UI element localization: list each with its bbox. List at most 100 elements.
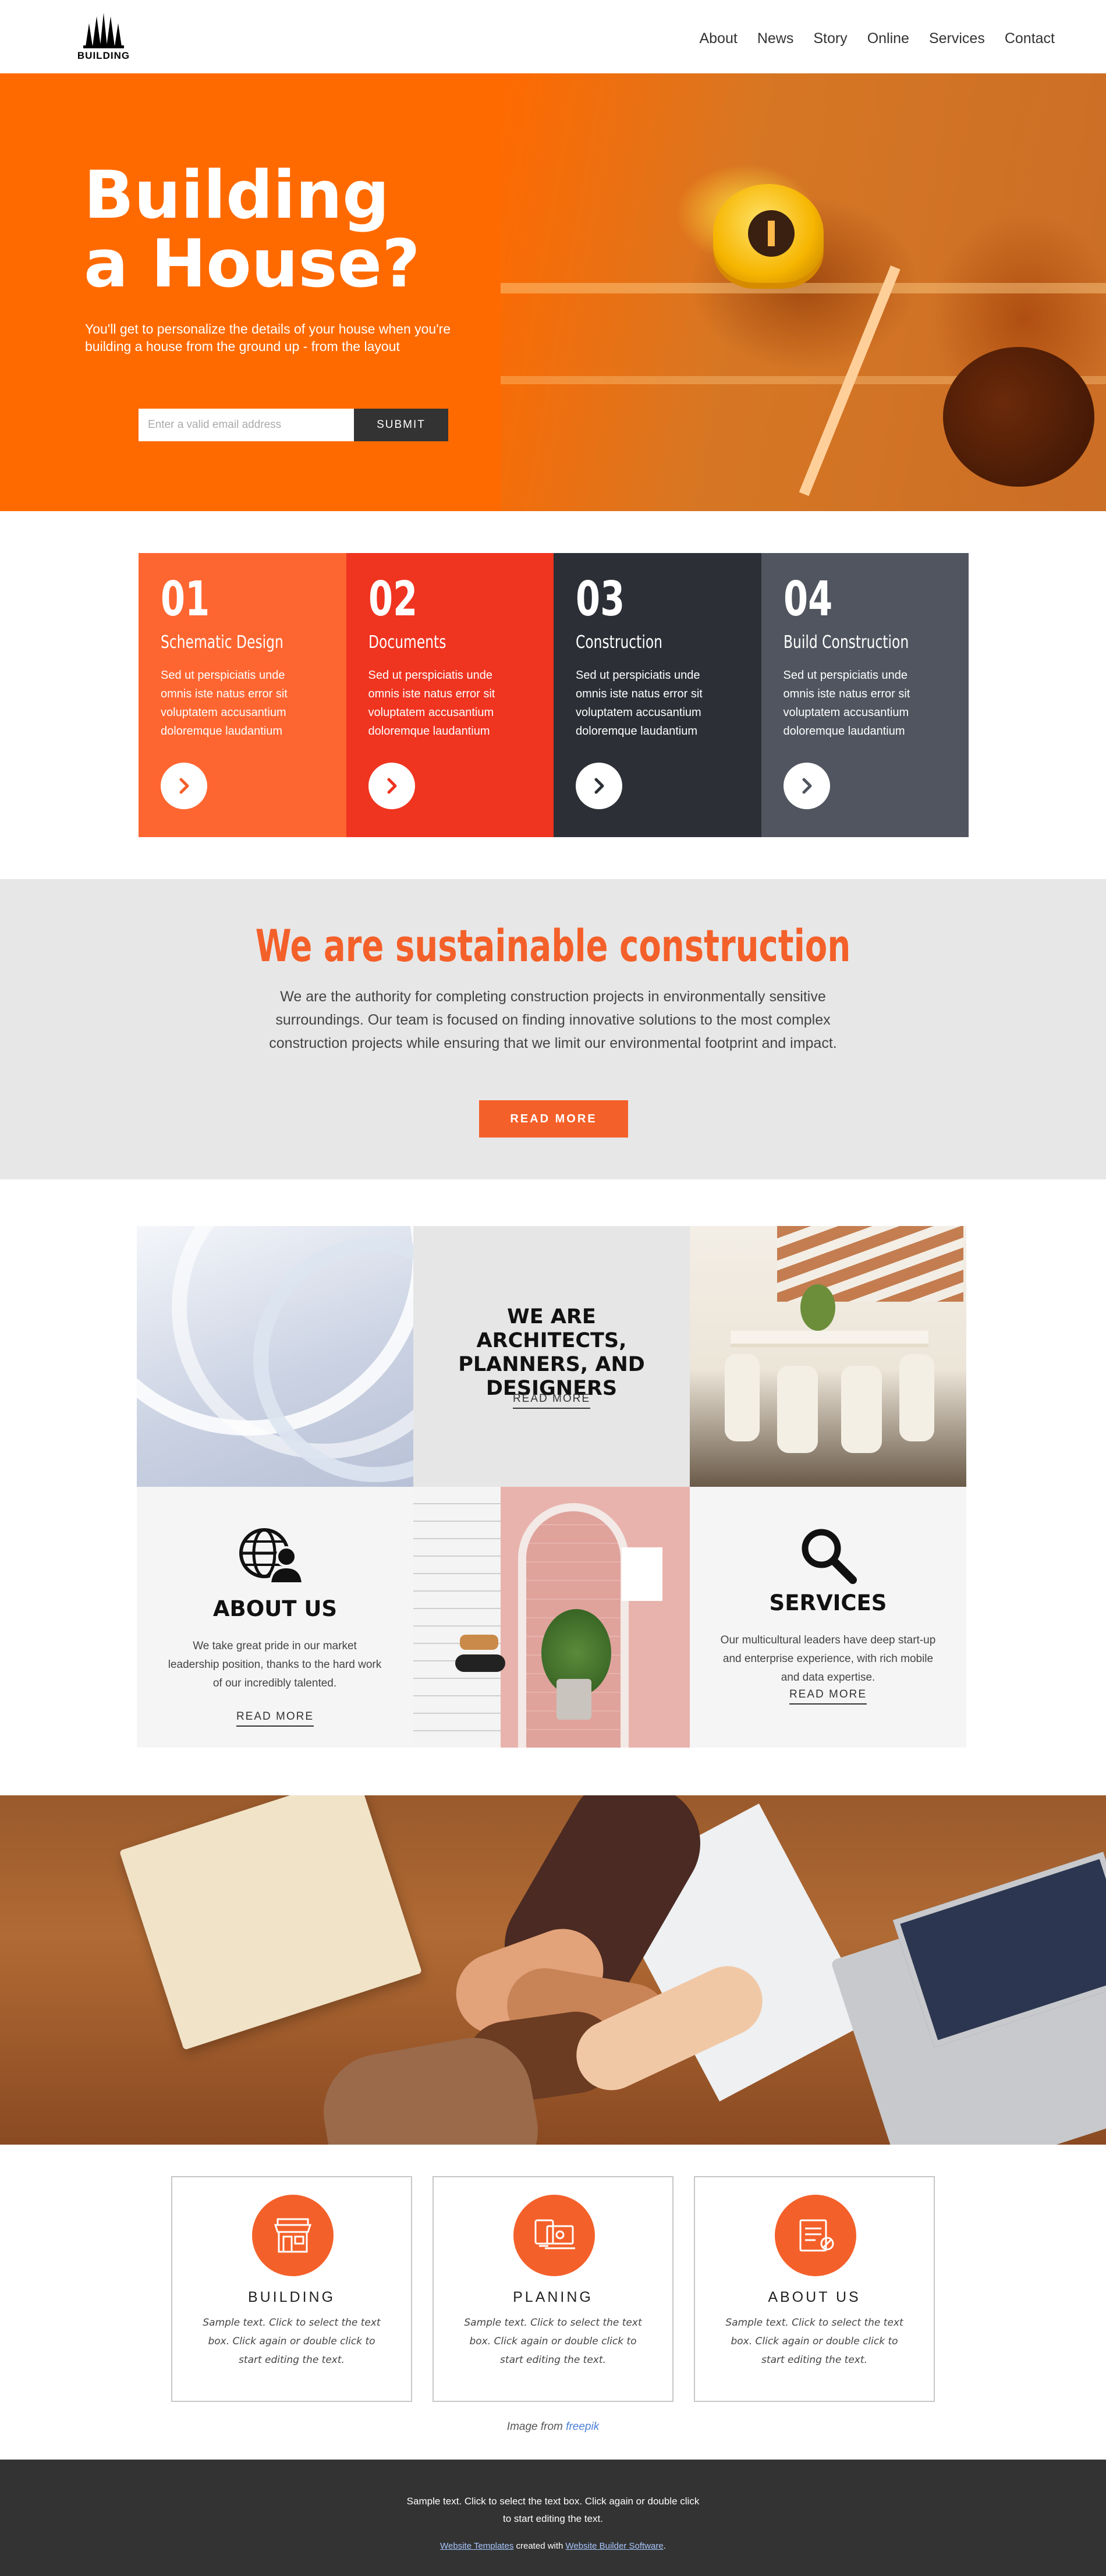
chevron-right-icon — [594, 778, 604, 794]
about-card: ABOUT US We take great pride in our mark… — [137, 1487, 413, 1748]
search-icon — [802, 1529, 857, 1584]
feature-box: ABOUT US Sample text. Click to select th… — [694, 2176, 935, 2402]
step-arrow-button[interactable] — [783, 763, 830, 809]
chair — [841, 1366, 882, 1453]
step-text: Sed ut perspiciatis unde omnis iste natu… — [783, 669, 910, 738]
freepik-link[interactable]: freepik — [566, 2421, 599, 2433]
submit-button[interactable]: SUBMIT — [354, 409, 448, 441]
architects-read-more-link[interactable]: READ MORE — [512, 1392, 591, 1409]
feature-text: Sample text. Click to select the text bo… — [203, 2317, 381, 2366]
hero-subtitle: You'll get to personalize the details of… — [85, 321, 451, 354]
image-credit: Image from freepik — [0, 2421, 1106, 2433]
chair-back — [460, 1635, 498, 1650]
nav-online[interactable]: Online — [867, 30, 909, 47]
pink-room-image — [413, 1487, 690, 1748]
step-arrow-button[interactable] — [161, 763, 207, 809]
hero-title: Building a House? — [84, 161, 420, 298]
dining-table — [731, 1331, 928, 1347]
about-read-more-link[interactable]: READ MORE — [236, 1710, 314, 1727]
step-number: 03 — [576, 572, 625, 627]
feature-icon-circle — [775, 2195, 856, 2276]
website-templates-link[interactable]: Website Templates — [440, 2541, 513, 2551]
footer-created-with: created with — [516, 2541, 563, 2551]
plant — [800, 1284, 835, 1331]
services-card: SERVICES Our multicultural leaders have … — [690, 1487, 966, 1748]
nav-story[interactable]: Story — [813, 30, 847, 47]
dining-room-image — [690, 1226, 966, 1487]
footer-links: Website Templates created with Website B… — [0, 2541, 1106, 2551]
step-title: Documents — [368, 632, 446, 653]
email-input[interactable] — [139, 409, 354, 441]
read-more-button[interactable]: READ MORE — [479, 1100, 628, 1138]
features-grid: WE ARE ARCHITECTS, PLANNERS, AND DESIGNE… — [137, 1226, 967, 1748]
step-number: 04 — [783, 572, 832, 627]
step-card: 04 Build Construction Sed ut perspiciati… — [761, 553, 969, 837]
chevron-right-icon — [387, 778, 396, 794]
step-title: Schematic Design — [161, 632, 283, 653]
hero-photo-helmet-badge — [748, 210, 795, 257]
nav-services[interactable]: Services — [929, 30, 985, 47]
nav-contact[interactable]: Contact — [1005, 30, 1055, 47]
white-tile-wall — [413, 1487, 501, 1748]
site-footer: Sample text. Click to select the text bo… — [0, 2460, 1106, 2576]
document-icon — [799, 2219, 834, 2252]
chevron-right-icon — [179, 778, 189, 794]
footer-text: Sample text. Click to select the text bo… — [406, 2496, 700, 2524]
step-card: 01 Schematic Design Sed ut perspiciatis … — [139, 553, 346, 837]
hero-title-line2: a House? — [84, 225, 420, 302]
storefront-icon — [274, 2218, 312, 2253]
feature-title: BUILDING — [247, 2289, 336, 2305]
services-title: SERVICES — [769, 1590, 887, 1615]
step-arrow-button[interactable] — [368, 763, 415, 809]
nav-about[interactable]: About — [699, 30, 737, 47]
step-number: 01 — [161, 572, 210, 627]
chair-seat — [455, 1654, 505, 1672]
logo-text: BUILDING — [77, 50, 130, 61]
feature-boxes: BUILDING Sample text. Click to select th… — [171, 2176, 935, 2403]
teamwork-hands-image — [0, 1795, 1106, 2145]
feature-text: Sample text. Click to select the text bo… — [464, 2317, 642, 2366]
sustainable-text: We are the authority for completing cons… — [269, 988, 837, 1051]
step-text: Sed ut perspiciatis unde omnis iste natu… — [576, 669, 703, 738]
chevron-right-icon — [802, 778, 811, 794]
plant-pot — [556, 1679, 591, 1720]
nav-news[interactable]: News — [757, 30, 794, 47]
globe-user-icon — [239, 1528, 303, 1585]
chair — [725, 1354, 760, 1441]
hero-section: Building a House? You'll get to personal… — [0, 73, 1106, 511]
sustainable-title: We are sustainable construction — [255, 920, 851, 972]
services-text: Our multicultural leaders have deep star… — [720, 1634, 936, 1684]
wall-frame — [622, 1547, 662, 1601]
step-number: 02 — [368, 572, 417, 627]
footer-suffix: . — [663, 2541, 666, 2551]
step-text: Sed ut perspiciatis unde omnis iste natu… — [161, 669, 288, 738]
building-logo-icon — [83, 13, 124, 48]
services-read-more-link[interactable]: READ MORE — [789, 1688, 867, 1705]
step-text: Sed ut perspiciatis unde omnis iste natu… — [368, 669, 495, 738]
logo[interactable]: BUILDING — [69, 10, 139, 64]
architecture-image — [137, 1226, 413, 1487]
step-card: 02 Documents Sed ut perspiciatis unde om… — [346, 553, 554, 837]
sustainable-section: We are sustainable construction We are t… — [0, 879, 1106, 1179]
feature-icon-circle — [252, 2195, 334, 2276]
architects-title: WE ARE ARCHITECTS, PLANNERS, AND DESIGNE… — [458, 1305, 645, 1400]
hero-photo-boot — [943, 347, 1094, 487]
site-header: BUILDING About News Story Online Service… — [0, 0, 1106, 73]
step-arrow-button[interactable] — [576, 763, 622, 809]
notebook — [119, 1795, 423, 2050]
process-steps: 01 Schematic Design Sed ut perspiciatis … — [139, 553, 969, 837]
main-nav: About News Story Online Services Contact — [699, 30, 1055, 47]
chair — [899, 1354, 934, 1441]
hero-title-line1: Building — [84, 157, 389, 233]
feature-title: ABOUT US — [768, 2289, 861, 2305]
step-title: Construction — [576, 632, 662, 653]
website-builder-link[interactable]: Website Builder Software — [566, 2541, 664, 2551]
about-text: We take great pride in our market leader… — [168, 1640, 382, 1689]
feature-box: PLANING Sample text. Click to select the… — [433, 2176, 673, 2402]
chair — [777, 1366, 818, 1453]
devices-icon — [534, 2219, 575, 2249]
step-title: Build Construction — [783, 632, 909, 653]
about-title: ABOUT US — [212, 1596, 338, 1621]
feature-title: PLANING — [513, 2289, 593, 2305]
architects-card: WE ARE ARCHITECTS, PLANNERS, AND DESIGNE… — [413, 1226, 690, 1487]
